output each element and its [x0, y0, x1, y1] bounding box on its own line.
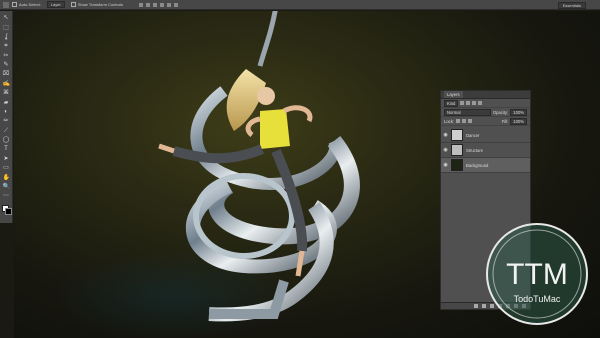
- visibility-eye-icon[interactable]: ◉: [443, 133, 448, 138]
- quick-select-tool-icon[interactable]: ⌗: [3, 43, 10, 50]
- align-icons[interactable]: [138, 2, 178, 7]
- lock-pixels-icon[interactable]: [456, 119, 461, 123]
- layer-row-dancer[interactable]: ◉ Dancer: [441, 128, 530, 143]
- filter-type-icon[interactable]: [472, 101, 477, 105]
- options-bar: Auto-Select: Layer Show Transform Contro…: [0, 0, 600, 10]
- history-brush-tool-icon[interactable]: ▰: [3, 100, 10, 107]
- eraser-tool-icon[interactable]: ◐: [3, 109, 10, 116]
- hand-tool-icon[interactable]: 🔍: [3, 184, 10, 191]
- pen-tool-icon[interactable]: T: [3, 146, 10, 153]
- lasso-tool-icon[interactable]: ʆ: [3, 34, 10, 41]
- brush-tool-icon[interactable]: ✍: [3, 81, 10, 88]
- workspace-dropdown[interactable]: Essentials: [557, 2, 586, 9]
- ribbon-inner-loop: [193, 173, 295, 259]
- checkbox-icon: [12, 2, 17, 7]
- align-middle-icon[interactable]: [166, 2, 171, 7]
- align-top-icon[interactable]: [159, 2, 164, 7]
- filter-pixel-icon[interactable]: [460, 101, 465, 105]
- dancer-top: [260, 109, 290, 149]
- dancer-head: [257, 87, 275, 105]
- gradient-tool-icon[interactable]: ✏: [3, 118, 10, 125]
- dodge-tool-icon[interactable]: ◯: [3, 137, 10, 144]
- transform-controls-label: Show Transform Controls: [77, 2, 123, 7]
- layer-thumbnail: [451, 159, 463, 171]
- auto-select-label: Auto-Select:: [19, 2, 41, 7]
- align-center-icon[interactable]: [145, 2, 150, 7]
- watermark-initials: TTM: [506, 258, 568, 291]
- lock-row: Lock: Fill: 100%: [441, 117, 530, 126]
- dancer-foot-back: [158, 143, 175, 154]
- blend-mode-dropdown[interactable]: Normal: [444, 108, 491, 116]
- auto-select-dropdown[interactable]: Layer: [46, 1, 65, 8]
- fill-field[interactable]: 100%: [510, 117, 527, 125]
- todotumac-watermark: TTM TodoTuMac: [486, 223, 588, 325]
- dancer-arm-left: [245, 116, 261, 137]
- watermark-name: TodoTuMac: [514, 294, 561, 304]
- ribbon-foot: [209, 279, 289, 319]
- color-swatches[interactable]: [1, 204, 12, 215]
- layer-name: Background: [466, 162, 489, 168]
- zoom-tool-icon[interactable]: ⋯: [3, 193, 10, 200]
- fill-label: Fill:: [501, 118, 509, 124]
- ribbon-top: [257, 11, 278, 67]
- background-color-swatch[interactable]: [4, 207, 12, 215]
- layer-thumbnail: [451, 129, 463, 141]
- blend-row: Normal Opacity: 100%: [441, 108, 530, 117]
- shape-tool-icon[interactable]: ✋: [3, 175, 10, 182]
- layers-panel-header: Layers: [441, 91, 530, 99]
- type-tool-icon[interactable]: ➤: [3, 156, 10, 163]
- checkbox-icon: [70, 2, 76, 7]
- filter-kind-dropdown[interactable]: Kind: [444, 99, 459, 107]
- layer-thumbnail: [451, 144, 463, 156]
- opacity-field[interactable]: 100%: [510, 108, 527, 116]
- filter-adjust-icon[interactable]: [466, 101, 471, 105]
- tools-panel: ↖ ⬚ ʆ ⌗ ✂ ✎ ⌧ ✍ ⌘ ▰ ◐ ✏ ⟋ ◯ T ➤ ▭ ✋ 🔍 ⋯: [0, 11, 13, 223]
- layer-name: Dancer: [466, 132, 480, 138]
- transform-controls-checkbox[interactable]: Show Transform Controls: [70, 2, 123, 7]
- align-right-icon[interactable]: [152, 2, 157, 7]
- blur-tool-icon[interactable]: ⟋: [3, 128, 10, 135]
- move-tool-icon[interactable]: ↖: [3, 15, 10, 22]
- link-layers-icon[interactable]: [474, 304, 478, 308]
- eyedropper-tool-icon[interactable]: ✎: [3, 62, 10, 69]
- lock-all-icon[interactable]: [468, 119, 473, 123]
- align-bottom-icon[interactable]: [173, 2, 178, 7]
- opacity-label: Opacity:: [492, 109, 509, 115]
- stamp-tool-icon[interactable]: ⌘: [3, 90, 10, 97]
- dancer-leg-back: [172, 144, 264, 164]
- move-tool-icon[interactable]: [3, 1, 9, 8]
- layer-row-structure[interactable]: ◉ Structure: [441, 143, 530, 158]
- filter-shape-icon[interactable]: [478, 101, 483, 105]
- visibility-eye-icon[interactable]: ◉: [443, 163, 448, 168]
- layer-name: Structure: [466, 147, 483, 153]
- crop-tool-icon[interactable]: ✂: [3, 53, 10, 60]
- align-left-icon[interactable]: [138, 2, 143, 7]
- layer-row-background[interactable]: ◉ Background: [441, 158, 530, 173]
- layers-list: ◉ Dancer ◉ Structure ◉ Background: [441, 128, 530, 173]
- marquee-tool-icon[interactable]: ⬚: [3, 25, 10, 32]
- tab-layers[interactable]: Layers: [444, 91, 463, 98]
- dancer-arm-right: [282, 105, 313, 123]
- lock-position-icon[interactable]: [462, 119, 467, 123]
- visibility-eye-icon[interactable]: ◉: [443, 148, 448, 153]
- auto-select-checkbox[interactable]: Auto-Select:: [12, 2, 41, 7]
- healing-tool-icon[interactable]: ⌧: [3, 71, 10, 78]
- path-select-tool-icon[interactable]: ▭: [3, 165, 10, 172]
- filter-row: Kind: [441, 99, 530, 108]
- lock-label: Lock:: [444, 118, 455, 124]
